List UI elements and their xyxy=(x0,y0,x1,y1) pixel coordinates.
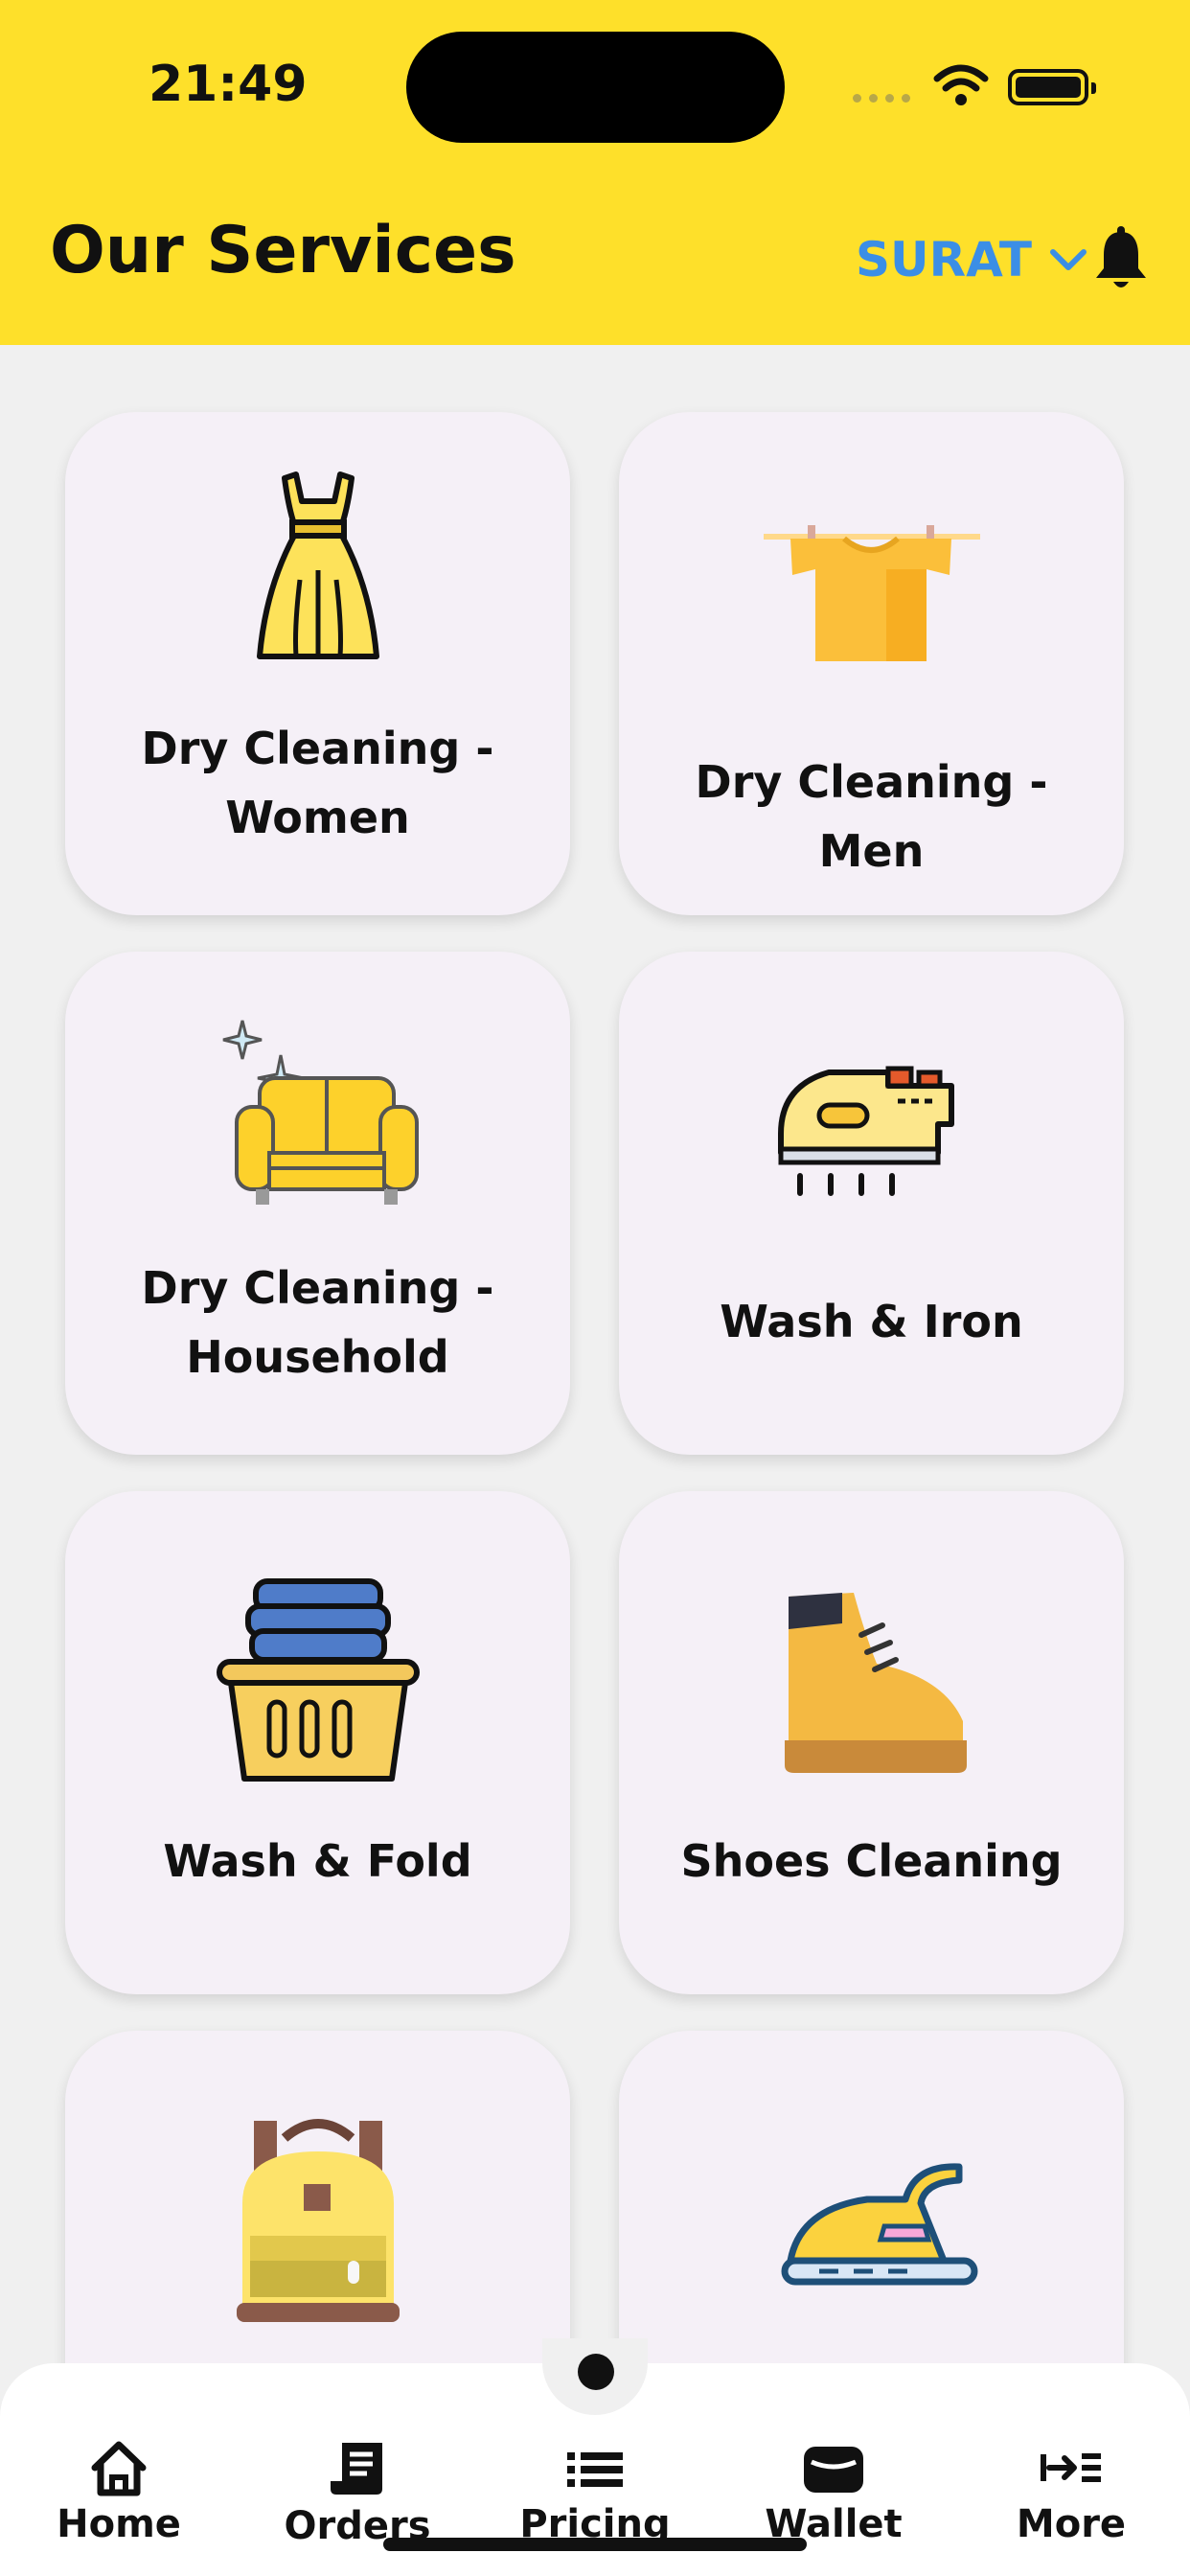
more-arrow-icon xyxy=(1041,2453,1101,2482)
backpack-icon xyxy=(236,2119,400,2322)
service-card-wash-fold[interactable]: Wash & Fold xyxy=(65,1491,570,1994)
dynamic-island xyxy=(406,32,785,143)
boot-icon xyxy=(784,1593,967,1773)
shirt-on-line-icon xyxy=(763,525,980,661)
city-label: SURAT xyxy=(856,232,1033,288)
iron-icon xyxy=(781,2163,977,2286)
service-label: Dry Cleaning - Men xyxy=(695,756,1048,877)
battery-icon xyxy=(1008,69,1096,105)
center-dot-indicator xyxy=(578,2354,614,2390)
tab-home[interactable]: Home xyxy=(23,2439,215,2546)
city-selector[interactable]: SURAT xyxy=(856,236,1087,284)
tab-label: More xyxy=(1016,2502,1127,2546)
home-icon xyxy=(91,2441,147,2496)
chevron-down-icon xyxy=(1050,249,1087,270)
service-card-dry-cleaning-women[interactable]: Dry Cleaning - Women xyxy=(65,412,570,915)
laundry-basket-icon xyxy=(216,1578,420,1782)
list-icon xyxy=(567,2452,623,2487)
sofa-icon xyxy=(222,1020,419,1205)
home-indicator xyxy=(383,2538,807,2551)
tab-label: Home xyxy=(57,2502,181,2546)
bell-icon[interactable] xyxy=(1092,226,1150,293)
steam-iron-icon xyxy=(777,1066,954,1196)
tab-more[interactable]: More xyxy=(975,2439,1167,2546)
dress-icon xyxy=(256,472,379,659)
service-label: Wash & Iron xyxy=(720,1296,1023,1347)
page-title: Our Services xyxy=(50,213,516,288)
service-label: Dry Cleaning - Household xyxy=(141,1262,494,1383)
tab-pricing[interactable]: Pricing xyxy=(499,2439,691,2546)
receipt-icon xyxy=(331,2443,382,2495)
service-label: Shoes Cleaning xyxy=(680,1835,1063,1887)
service-card-dry-cleaning-men[interactable]: Dry Cleaning - Men xyxy=(619,412,1124,915)
service-card-shoes-cleaning[interactable]: Shoes Cleaning xyxy=(619,1491,1124,1994)
service-card-wash-iron[interactable]: Wash & Iron xyxy=(619,952,1124,1455)
service-label: Wash & Fold xyxy=(163,1835,472,1887)
header-bar: 21:49 Our Services SURAT xyxy=(0,0,1190,345)
wallet-icon xyxy=(804,2447,863,2493)
tab-orders[interactable]: Orders xyxy=(262,2439,453,2548)
status-time: 21:49 xyxy=(149,56,308,113)
wifi-icon xyxy=(933,64,989,105)
service-card-dry-cleaning-household[interactable]: Dry Cleaning - Household xyxy=(65,952,570,1455)
service-label: Dry Cleaning - Women xyxy=(141,723,494,843)
cellular-signal-icon xyxy=(853,94,910,103)
tab-wallet[interactable]: Wallet xyxy=(738,2439,929,2546)
